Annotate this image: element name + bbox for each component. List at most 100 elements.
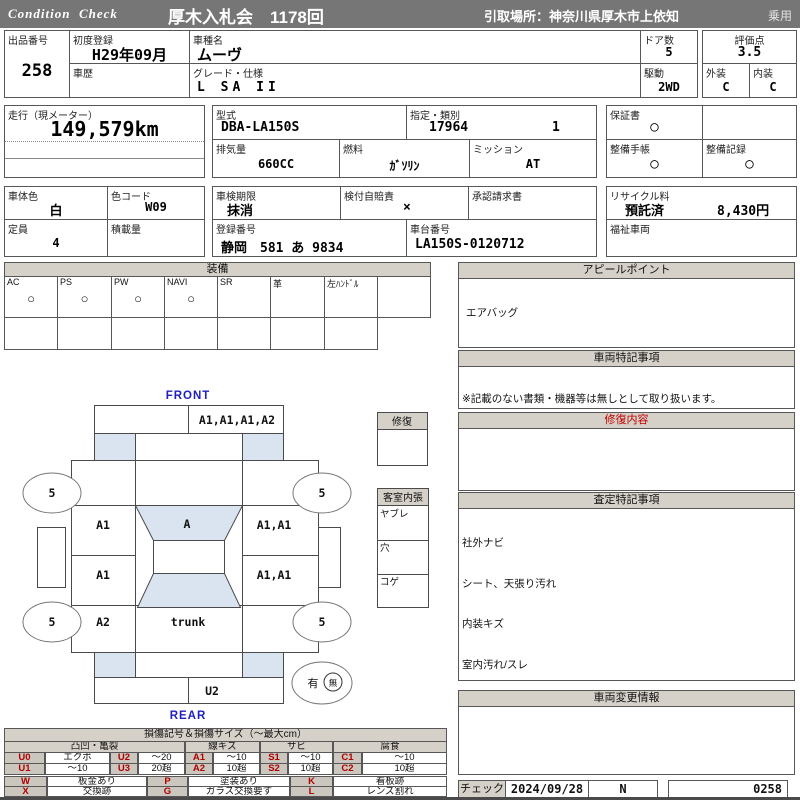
field-lot-number: 出品番号 258 bbox=[4, 30, 70, 98]
color-code-value: W09 bbox=[145, 200, 167, 214]
condition-check-sheet: Condition Check 厚木入札会 1178回 引取場所：神奈川県厚木市… bbox=[0, 0, 800, 800]
change-info-panel: 車両変更情報 bbox=[458, 690, 795, 775]
field-model-code: 型式 DBA-LA150S bbox=[212, 105, 407, 140]
assessment-line: 内装キズ bbox=[462, 618, 504, 630]
legend-mark-code: L bbox=[290, 786, 333, 797]
assessment-line: 社外ナビ bbox=[462, 537, 504, 549]
equipment-cell-ps: PS ○ bbox=[57, 276, 112, 318]
class-no-value: 17964 bbox=[429, 120, 469, 135]
exterior-value: C bbox=[722, 80, 730, 94]
assessment-content: 社外ナビ シート、天張り汚れ 内装キズ 室内汚れ/スレ パンク修理キット有 ドア… bbox=[459, 509, 794, 792]
mileage-value: 149,579km bbox=[50, 117, 159, 141]
equipment-empty-cell bbox=[111, 317, 165, 350]
equipment-empty-cell bbox=[217, 317, 271, 350]
appeal-panel: アピールポイント エアバッグ ABS ETC bbox=[458, 262, 795, 400]
change-info-content bbox=[459, 707, 794, 774]
cabin-lining-box: 客室内張 ヤブレ 穴 コゲ bbox=[377, 488, 429, 608]
presence-no-label: 無 bbox=[329, 678, 338, 688]
front-left-tire-depth: 5 bbox=[49, 486, 56, 500]
equipment-cell-ac: AC ○ bbox=[4, 276, 58, 318]
right-front-door-damage: A1,A1 bbox=[257, 518, 292, 532]
field-insurance: 検付自賠責 × bbox=[340, 186, 469, 220]
field-inspection-expiry: 車検期限 抹消 bbox=[212, 186, 341, 220]
right-rear-door-damage: A1,A1 bbox=[257, 568, 292, 582]
legend-title: 損傷記号＆損傷サイズ（～最大cm） bbox=[4, 728, 447, 742]
assessment-line: シート、天張り汚れ bbox=[462, 577, 557, 590]
transmission-value: AT bbox=[525, 157, 541, 171]
repair-mark-box: 修復 bbox=[377, 412, 428, 466]
grade-label: グレード・仕様 bbox=[193, 69, 263, 80]
field-welfare-vehicle: 福祉車両 bbox=[606, 219, 797, 257]
chassis-label: 車台番号 bbox=[410, 225, 450, 236]
cabin-lining-title: 客室内張 bbox=[383, 491, 423, 504]
field-maintenance-record: 整備記録 ○ bbox=[702, 139, 797, 178]
rear-label: REAR bbox=[170, 710, 207, 722]
equipment-empty-cell bbox=[270, 317, 325, 350]
legend-code: C2 bbox=[333, 763, 362, 775]
maintenance-record-value: ○ bbox=[745, 156, 754, 172]
field-approval-request: 承認請求書 bbox=[468, 186, 597, 220]
transmission-label: ミッション bbox=[473, 145, 523, 156]
meter-divider-solid bbox=[5, 158, 204, 159]
front-bumper-damage: A1,A1,A1,A2 bbox=[199, 413, 275, 427]
field-body-color: 車体色 白 bbox=[4, 186, 108, 220]
equipment-label: 左ﾊﾝﾄﾞﾙ bbox=[327, 279, 359, 289]
pickup-location: 引取場所：神奈川県厚木市上依知 bbox=[484, 9, 680, 24]
equipment-cell-pw: PW ○ bbox=[111, 276, 165, 318]
field-first-registration: 初度登録 H29年09月 bbox=[69, 30, 190, 64]
field-color-code: 色コード W09 bbox=[107, 186, 205, 220]
appeal-content: エアバッグ ABS ETC bbox=[459, 279, 794, 400]
legend-mark-value: ガラス交換要す bbox=[188, 786, 290, 797]
field-chassis-number: 車台番号 LA150S-0120712 bbox=[406, 219, 597, 257]
registration-value: 静岡 581 あ 9834 bbox=[221, 241, 344, 256]
disclaimer-text: ※記載のない書類・機器等は無しとして取り扱います。 bbox=[462, 393, 722, 405]
left-rear-door-damage: A1 bbox=[96, 568, 110, 582]
legend-value: 10超 bbox=[213, 763, 260, 775]
rear-left-tire-depth: 5 bbox=[49, 615, 56, 629]
field-score: 評価点 3.5 bbox=[702, 30, 797, 64]
maintenance-book-label: 整備手帳 bbox=[610, 145, 650, 156]
field-interior-grade: 内装 C bbox=[749, 63, 797, 98]
equipment-cell-navi: NAVI ○ bbox=[164, 276, 218, 318]
car-damage-diagram: FRONT A1,A1,A1,A2 A A1 A1 A2 A1,A1 A1,A1… bbox=[22, 390, 429, 722]
equipment-cell-leather: 革 bbox=[270, 276, 325, 318]
field-transmission: ミッション AT bbox=[469, 139, 597, 178]
equipment-empty-cell bbox=[57, 317, 112, 350]
body-color-value: 白 bbox=[49, 204, 63, 219]
legend-code: U1 bbox=[4, 763, 45, 775]
meter-divider-dotted bbox=[5, 141, 204, 142]
special-notes-panel: 車両特記事項 ※記載のない書類・機器等は無しとして取り扱います。 bbox=[458, 350, 795, 409]
field-class-number: 指定・類別 17964 1 bbox=[406, 105, 597, 140]
front-label: FRONT bbox=[166, 390, 211, 402]
windshield-damage: A bbox=[184, 517, 191, 531]
appeal-line: エアバッグ bbox=[466, 307, 519, 319]
trunk-label: trunk bbox=[171, 615, 206, 629]
equipment-empty-cell bbox=[324, 317, 378, 350]
legend-value: 10超 bbox=[288, 763, 333, 775]
field-doors: ドア数 5 bbox=[640, 30, 698, 64]
interior-label: 内装 bbox=[753, 69, 773, 80]
grade-value: L SA II bbox=[197, 80, 280, 95]
approval-label: 承認請求書 bbox=[472, 192, 522, 203]
rear-bumper-damage: U2 bbox=[205, 684, 219, 698]
history-label: 車歴 bbox=[73, 69, 93, 80]
appeal-title: アピールポイント bbox=[459, 263, 794, 279]
equipment-label: SR bbox=[220, 277, 233, 287]
field-capacity: 定員 4 bbox=[4, 219, 108, 257]
field-drive: 駆動 2WD bbox=[640, 63, 698, 98]
equipment-cell-sr: SR bbox=[217, 276, 271, 318]
field-exterior-grade: 外装 C bbox=[702, 63, 750, 98]
brand-logo: Condition Check bbox=[8, 6, 118, 21]
title-bar: Condition Check 厚木入札会 1178回 引取場所：神奈川県厚木市… bbox=[0, 0, 800, 28]
equipment-label: 革 bbox=[273, 279, 283, 289]
field-recycle-fee: リサイクル料 預託済 8,430円 bbox=[606, 186, 797, 220]
auction-title: 厚木入札会 1178回 bbox=[168, 8, 324, 27]
class-sub-value: 1 bbox=[552, 120, 560, 135]
legend-mark-code: G bbox=[147, 786, 188, 797]
drive-label: 駆動 bbox=[644, 69, 664, 80]
registration-label: 登録番号 bbox=[216, 225, 256, 236]
load-label: 積載量 bbox=[111, 225, 141, 236]
exterior-label: 外装 bbox=[706, 69, 726, 80]
model-code-value: DBA-LA150S bbox=[221, 120, 300, 135]
left-front-door-damage: A1 bbox=[96, 518, 110, 532]
